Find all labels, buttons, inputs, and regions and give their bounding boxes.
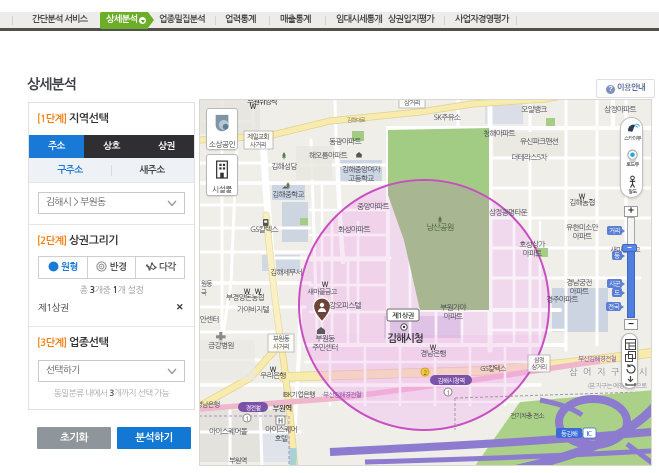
svg-text:아파트: 아파트 <box>443 312 463 321</box>
svg-text:경남은행: 경남은행 <box>200 401 220 409</box>
svg-text:원동: 원동 <box>201 280 212 287</box>
svg-text:우리은행: 우리은행 <box>260 371 286 380</box>
svg-text:동김해: 동김해 <box>561 430 578 437</box>
svg-text:강오피스텔: 강오피스텔 <box>329 301 361 310</box>
svg-text:경전철: 경전철 <box>246 405 261 411</box>
svg-text:부산김해경전철: 부산김해경전철 <box>578 355 616 362</box>
svg-text:Ｗ: Ｗ <box>250 103 257 111</box>
svg-text:SK주유소: SK주유소 <box>434 113 461 122</box>
svg-text:주민센터: 주민센터 <box>312 343 338 352</box>
svg-text:·부산김해경전철: ·부산김해경전철 <box>322 391 362 398</box>
svg-text:유신파크맨션: 유신파크맨션 <box>520 137 559 146</box>
svg-text:유한미소안: 유한미소안 <box>566 223 598 232</box>
svg-text:부원가야: 부원가야 <box>440 303 466 312</box>
svg-text:김해대로: 김해대로 <box>347 117 365 123</box>
svg-text:김해성당: 김해성당 <box>271 162 297 171</box>
svg-text:남산공원: 남산공원 <box>426 223 453 232</box>
svg-text:아파트: 아파트 <box>569 287 589 296</box>
svg-text:제1상권: 제1상권 <box>392 312 414 320</box>
svg-text:부원역: 부원역 <box>272 404 292 413</box>
svg-text:중앙아파트: 중앙아파트 <box>357 202 389 211</box>
svg-text:고등학교: 고등학교 <box>348 174 374 183</box>
svg-text:새마을금고: 새마을금고 <box>307 288 338 296</box>
svg-text:GS칼텍스: GS칼텍스 <box>250 225 278 234</box>
svg-text:더테라스5차: 더테라스5차 <box>511 153 547 162</box>
svg-text:아이스퀘어몰: 아이스퀘어몰 <box>209 427 248 436</box>
svg-text:GS칼텍스: GS칼텍스 <box>480 365 507 373</box>
svg-text:동광아파트: 동광아파트 <box>329 137 361 146</box>
svg-text:아파트: 아파트 <box>522 249 542 258</box>
svg-text:부원동: 부원동 <box>315 334 335 343</box>
svg-text:1: 1 <box>246 416 249 422</box>
svg-text:삼거리: 삼거리 <box>404 100 421 106</box>
svg-text:사거리: 사거리 <box>250 141 267 148</box>
svg-text:김해중학교: 김해중학교 <box>272 190 304 199</box>
svg-text:부경양돈농협: 부경양돈농협 <box>226 293 265 302</box>
svg-text:삼 어 지 구 도 시 개: 삼 어 지 구 도 시 개 <box>569 366 651 377</box>
svg-text:김해세무서: 김해세무서 <box>270 268 302 277</box>
svg-text:부원동: 부원동 <box>273 335 290 342</box>
svg-text:경남은행: 경남은행 <box>420 349 446 358</box>
svg-text:제일교회: 제일교회 <box>247 133 269 140</box>
svg-text:아파트: 아파트 <box>572 232 592 241</box>
svg-text:H: H <box>278 418 283 426</box>
svg-text:치안센터: 치안센터 <box>200 315 219 324</box>
svg-text:경주아파트: 경주아파트 <box>546 295 578 304</box>
svg-text:사거리: 사거리 <box>273 343 290 350</box>
svg-text:IBK기업은행: IBK기업은행 <box>283 391 315 399</box>
svg-text:국: 국 <box>201 289 207 296</box>
svg-text:김해중앙여자: 김해중앙여자 <box>342 165 381 174</box>
svg-text:청해아파트: 청해아파트 <box>483 129 515 138</box>
svg-text:(본 지구는 예정공사 으로: (본 지구는 예정공사 으로 <box>587 382 647 389</box>
svg-text:삼거리: 삼거리 <box>532 364 547 370</box>
svg-text:삼정광명타운: 삼정광명타운 <box>489 208 528 217</box>
svg-text:삼정아파트: 삼정아파트 <box>604 105 636 114</box>
svg-text:해오름아파트: 해오름아파트 <box>309 151 348 160</box>
svg-text:호텔: 호텔 <box>275 434 288 443</box>
svg-text:금강병원: 금강병원 <box>208 341 234 350</box>
svg-text:경남궁전: 경남궁전 <box>566 278 592 287</box>
svg-text:김해시청: 김해시청 <box>387 332 424 344</box>
svg-text:1: 1 <box>447 390 450 396</box>
svg-text:삼정: 삼정 <box>534 357 544 363</box>
svg-text:부원역: 부원역 <box>229 457 247 465</box>
svg-text:호성상가: 호성상가 <box>519 240 545 249</box>
svg-text:가야비지텔: 가야비지텔 <box>237 305 269 314</box>
svg-text:김해농협: 김해농협 <box>569 198 595 207</box>
svg-text:오일뱅크: 오일뱅크 <box>521 105 547 114</box>
svg-text:아이스퀘어: 아이스퀘어 <box>265 425 297 434</box>
svg-text:화성아파트: 화성아파트 <box>338 225 370 234</box>
svg-text:전기차충 전소: 전기차충 전소 <box>510 412 544 419</box>
svg-text:Ｗ: Ｗ <box>322 281 329 289</box>
svg-text:김해시청역: 김해시청역 <box>437 377 465 384</box>
